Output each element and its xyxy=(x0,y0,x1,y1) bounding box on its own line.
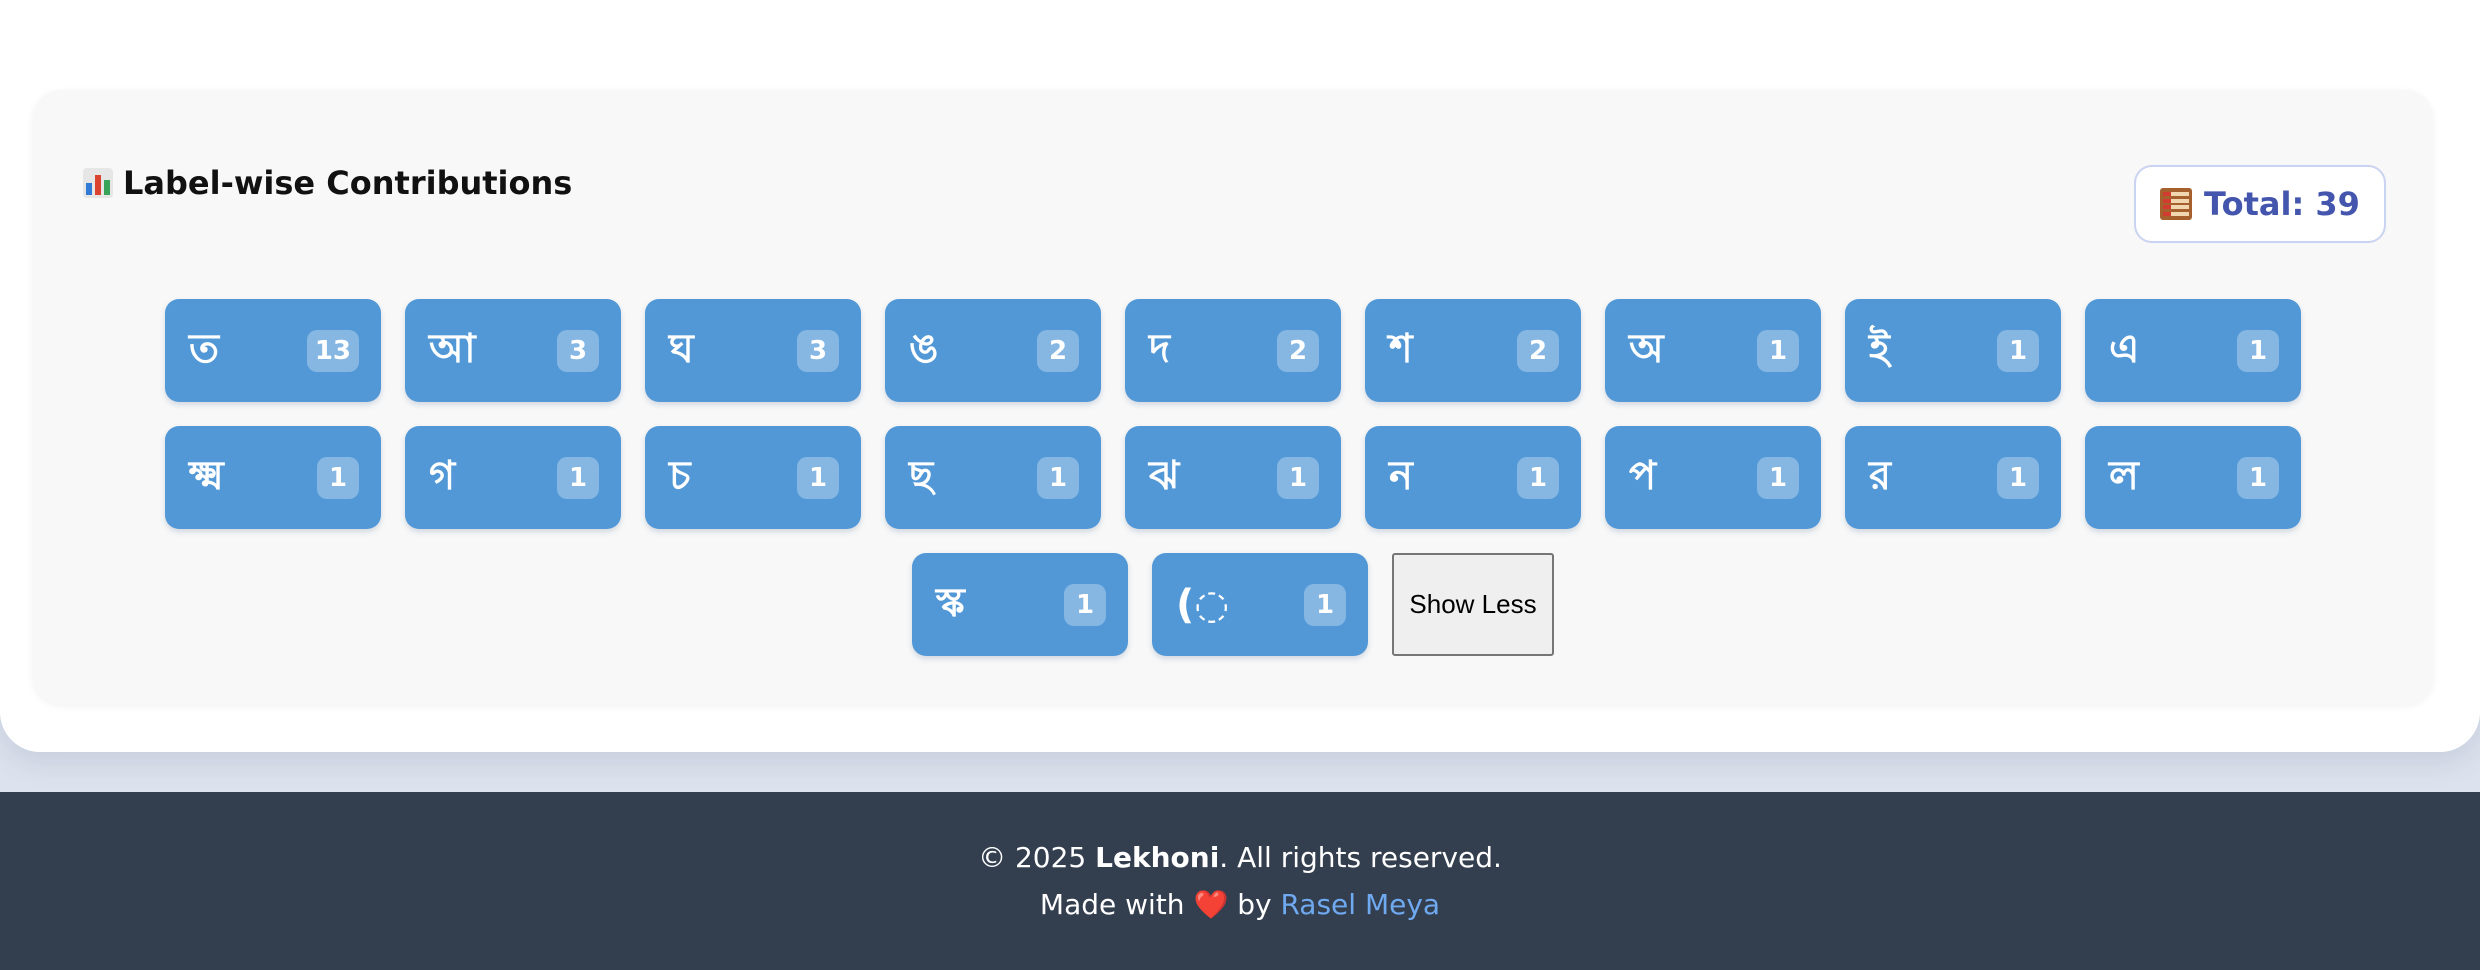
labels-row: ক্ষ্ম 1 গ1 চ1 ছ1 ঝ1 ন1 প1 র1 ল1 xyxy=(165,426,2301,529)
labels-row: স্ক 1 (◌ 1 Show Less xyxy=(912,553,1554,656)
chip-label: ই xyxy=(1869,326,1890,372)
label-chip[interactable]: ঙ2 xyxy=(885,299,1101,402)
chip-count: 1 xyxy=(797,456,839,499)
chip-label: ঘ xyxy=(669,326,694,372)
copyright-suffix: . All rights reserved. xyxy=(1219,841,1502,874)
chip-count: 1 xyxy=(1757,456,1799,499)
label-chip[interactable]: স্ক 1 xyxy=(912,553,1128,656)
label-chip[interactable]: ই1 xyxy=(1845,299,2061,402)
made-with-text: Made with xyxy=(1039,888,1194,921)
chip-label: ন xyxy=(1389,453,1413,499)
chip-count: 1 xyxy=(317,456,359,499)
label-chip[interactable]: ঝ1 xyxy=(1125,426,1341,529)
chip-label: ঙ xyxy=(909,326,939,372)
label-chip[interactable]: র1 xyxy=(1845,426,2061,529)
main-card: Label-wise Contributions Total: 39 ত 13 আ… xyxy=(0,0,2480,752)
panel-header: Label-wise Contributions xyxy=(83,164,572,202)
label-chip[interactable]: চ1 xyxy=(645,426,861,529)
chip-label: গ xyxy=(429,453,456,499)
chip-count: 1 xyxy=(2237,456,2279,499)
label-chip[interactable]: শ2 xyxy=(1365,299,1581,402)
brand-name: Lekhoni xyxy=(1095,841,1220,874)
chip-label: ত xyxy=(189,326,220,372)
bar-chart-icon xyxy=(83,168,113,198)
chip-label: ছ xyxy=(909,453,934,499)
chip-count: 2 xyxy=(1037,329,1079,372)
label-chip[interactable]: দ2 xyxy=(1125,299,1341,402)
chip-label: র xyxy=(1869,453,1892,499)
chip-count: 1 xyxy=(1757,329,1799,372)
chip-count: 1 xyxy=(1064,583,1106,626)
label-chip[interactable]: (◌ 1 xyxy=(1152,553,1368,656)
total-count: Total: 39 xyxy=(2204,185,2360,223)
chip-label: আ xyxy=(429,326,476,372)
chip-count: 1 xyxy=(1037,456,1079,499)
chip-count: 1 xyxy=(1517,456,1559,499)
label-chip[interactable]: অ1 xyxy=(1605,299,1821,402)
label-chip[interactable]: ন1 xyxy=(1365,426,1581,529)
label-chip[interactable]: এ1 xyxy=(2085,299,2301,402)
labels-row: ত 13 আ3 ঘ3 ঙ2 দ2 শ2 অ1 ই1 এ1 xyxy=(165,299,2301,402)
chip-label: ল xyxy=(2109,453,2139,499)
label-contributions-panel: Label-wise Contributions Total: 39 ত 13 আ… xyxy=(33,90,2433,704)
chip-count: 2 xyxy=(1277,329,1319,372)
copyright-prefix: © 2025 xyxy=(978,841,1096,874)
chip-count: 1 xyxy=(1304,583,1346,626)
chip-count: 13 xyxy=(306,329,359,372)
total-badge: Total: 39 xyxy=(2134,165,2386,243)
label-chip[interactable]: ছ1 xyxy=(885,426,1101,529)
panel-title: Label-wise Contributions xyxy=(123,164,573,202)
chip-count: 1 xyxy=(2237,329,2279,372)
chip-label: (◌ xyxy=(1176,581,1230,628)
author-link[interactable]: Rasel Meya xyxy=(1280,888,1440,921)
show-less-button[interactable]: Show Less xyxy=(1392,553,1554,656)
labels-grid: ত 13 আ3 ঘ3 ঙ2 দ2 শ2 অ1 ই1 এ1 ক্ষ্ম 1 গ1 চ1… xyxy=(33,299,2433,656)
label-chip[interactable]: গ1 xyxy=(405,426,621,529)
by-text: by xyxy=(1228,888,1281,921)
chip-label: শ xyxy=(1389,326,1413,372)
abacus-icon xyxy=(2160,188,2193,220)
chip-label: দ xyxy=(1149,326,1171,372)
chip-label: স্ক xyxy=(936,580,965,626)
credit-line: Made with ❤️ by Rasel Meya xyxy=(1040,888,1440,921)
chip-count: 3 xyxy=(557,329,599,372)
chip-label: প xyxy=(1629,453,1657,499)
chip-label: চ xyxy=(669,453,691,499)
chip-count: 1 xyxy=(1997,456,2039,499)
chip-count: 1 xyxy=(1997,329,2039,372)
chip-label: এ xyxy=(2109,326,2140,372)
chip-count: 1 xyxy=(557,456,599,499)
label-chip[interactable]: ক্ষ্ম 1 xyxy=(165,426,381,529)
footer: © 2025 Lekhoni. All rights reserved. Mad… xyxy=(0,792,2480,970)
chip-count: 3 xyxy=(797,329,839,372)
label-chip[interactable]: প1 xyxy=(1605,426,1821,529)
chip-label: ক্ষ্ম xyxy=(189,453,224,499)
copyright-line: © 2025 Lekhoni. All rights reserved. xyxy=(978,841,1502,874)
label-chip[interactable]: আ3 xyxy=(405,299,621,402)
heart-icon: ❤️ xyxy=(1193,888,1229,921)
chip-count: 2 xyxy=(1517,329,1559,372)
label-chip[interactable]: ল1 xyxy=(2085,426,2301,529)
label-chip[interactable]: ত 13 xyxy=(165,299,381,402)
chip-count: 1 xyxy=(1277,456,1319,499)
chip-label: অ xyxy=(1629,326,1664,372)
label-chip[interactable]: ঘ3 xyxy=(645,299,861,402)
chip-label: ঝ xyxy=(1149,453,1180,499)
